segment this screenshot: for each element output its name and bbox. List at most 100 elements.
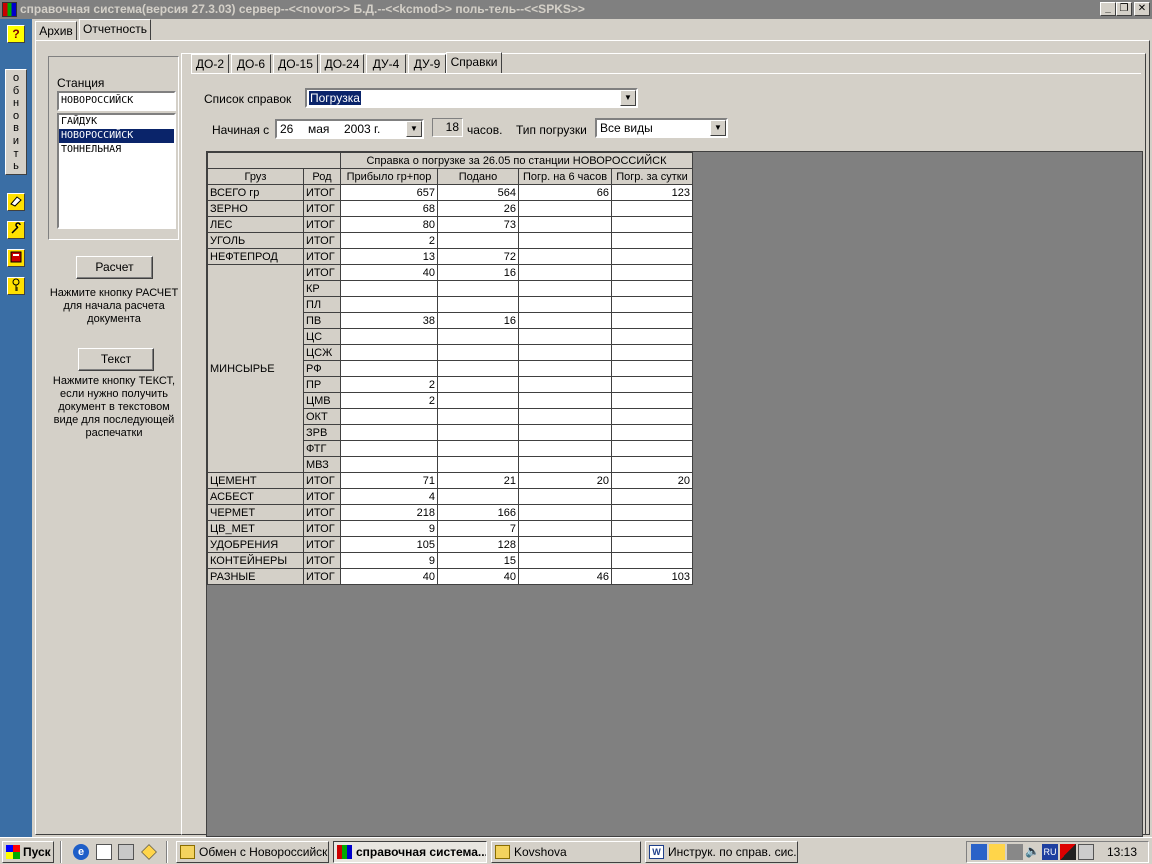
chevron-down-icon[interactable]: ▼ — [406, 121, 422, 137]
station-list-item[interactable]: ТОННЕЛЬНАЯ — [59, 143, 174, 157]
text-button[interactable]: Текст — [78, 348, 154, 371]
maximize-button[interactable]: ❐ — [1116, 2, 1132, 16]
load6-cell[interactable] — [518, 456, 612, 473]
load24-cell[interactable] — [611, 216, 693, 233]
arrived-cell[interactable] — [340, 280, 438, 297]
load24-cell[interactable] — [611, 328, 693, 345]
arrived-cell[interactable]: 2 — [340, 376, 438, 393]
kind-cell[interactable]: КР — [303, 280, 341, 297]
load6-cell[interactable] — [518, 344, 612, 361]
cargo-cell[interactable]: ВСЕГО гр — [207, 184, 304, 201]
tool-icon[interactable] — [7, 221, 25, 239]
load24-cell[interactable] — [611, 392, 693, 409]
cargo-cell[interactable]: НЕФТЕПРОД — [207, 248, 304, 265]
kind-cell[interactable]: ИТОГ — [303, 200, 341, 217]
column-header[interactable]: Груз — [207, 168, 304, 185]
kind-cell[interactable]: ИТОГ — [303, 248, 341, 265]
cargo-cell[interactable]: ЦВ_МЕТ — [207, 520, 304, 537]
load24-cell[interactable] — [611, 232, 693, 249]
close-button[interactable]: ✕ — [1134, 2, 1150, 16]
kind-cell[interactable]: ИТОГ — [303, 216, 341, 233]
load6-cell[interactable] — [518, 376, 612, 393]
calc-button[interactable]: Расчет — [76, 256, 153, 279]
arrived-cell[interactable] — [340, 344, 438, 361]
arrived-cell[interactable] — [340, 456, 438, 473]
load6-cell[interactable]: 46 — [518, 568, 612, 585]
supplied-cell[interactable] — [437, 328, 519, 345]
kind-cell[interactable]: ИТОГ — [303, 504, 341, 521]
load6-cell[interactable] — [518, 440, 612, 457]
kind-cell[interactable]: ИТОГ — [303, 520, 341, 537]
supplied-cell[interactable] — [437, 344, 519, 361]
language-indicator[interactable]: RU — [1042, 844, 1058, 860]
load24-cell[interactable] — [611, 520, 693, 537]
date-picker[interactable]: 26 мая 2003 г. ▼ — [275, 119, 424, 139]
kind-cell[interactable]: ИТОГ — [303, 264, 341, 281]
arrived-cell[interactable]: 105 — [340, 536, 438, 553]
taskbar-item[interactable]: W Инструк. по справ. сис... — [645, 841, 798, 863]
load6-cell[interactable] — [518, 360, 612, 377]
arrived-cell[interactable]: 9 — [340, 520, 438, 537]
station-list-item[interactable]: ГАЙДУК — [59, 115, 174, 129]
refresh-button[interactable]: обновить — [5, 69, 27, 175]
arrived-cell[interactable] — [340, 328, 438, 345]
arrived-cell[interactable]: 2 — [340, 392, 438, 409]
cargo-cell[interactable]: УДОБРЕНИЯ — [207, 536, 304, 553]
kind-cell[interactable]: ИТОГ — [303, 536, 341, 553]
cargo-cell[interactable]: ЗЕРНО — [207, 200, 304, 217]
load6-cell[interactable] — [518, 424, 612, 441]
kind-cell[interactable]: ИТОГ — [303, 184, 341, 201]
cargo-cell[interactable]: ЦЕМЕНТ — [207, 472, 304, 489]
minimize-button[interactable]: _ — [1100, 2, 1116, 16]
arrived-cell[interactable]: 68 — [340, 200, 438, 217]
kind-cell[interactable]: ИТОГ — [303, 232, 341, 249]
supplied-cell[interactable]: 7 — [437, 520, 519, 537]
cargo-cell[interactable]: ЧЕРМЕТ — [207, 504, 304, 521]
load24-cell[interactable] — [611, 408, 693, 425]
taskbar-item-active[interactable]: справочная система... — [333, 841, 487, 863]
chevron-down-icon[interactable]: ▼ — [710, 120, 726, 136]
arrived-cell[interactable]: 71 — [340, 472, 438, 489]
station-input[interactable]: НОВОРОССИЙСК — [57, 91, 176, 111]
load6-cell[interactable] — [518, 488, 612, 505]
tab-spravki[interactable]: Справки — [446, 52, 502, 74]
arrived-cell[interactable]: 80 — [340, 216, 438, 233]
load24-cell[interactable] — [611, 488, 693, 505]
arrived-cell[interactable]: 9 — [340, 552, 438, 569]
start-button[interactable]: Пуск — [2, 841, 54, 863]
supplied-cell[interactable]: 16 — [437, 264, 519, 281]
arrived-cell[interactable]: 38 — [340, 312, 438, 329]
supplied-cell[interactable] — [437, 296, 519, 313]
column-header[interactable]: Прибыло гр+пор — [340, 168, 438, 185]
station-list[interactable]: ГАЙДУК НОВОРОССИЙСК ТОННЕЛЬНАЯ — [57, 113, 176, 229]
arrived-cell[interactable]: 40 — [340, 568, 438, 585]
key-icon[interactable] — [7, 277, 25, 295]
arrived-cell[interactable] — [340, 424, 438, 441]
load24-cell[interactable] — [611, 360, 693, 377]
supplied-cell[interactable]: 166 — [437, 504, 519, 521]
load24-cell[interactable] — [611, 344, 693, 361]
help-button[interactable]: ? — [7, 25, 25, 43]
load6-cell[interactable] — [518, 264, 612, 281]
kind-cell[interactable]: ПВ — [303, 312, 341, 329]
supplied-cell[interactable]: 21 — [437, 472, 519, 489]
cargo-cell[interactable]: ЛЕС — [207, 216, 304, 233]
ie-icon[interactable]: e — [73, 844, 89, 860]
kind-cell[interactable]: ИТОГ — [303, 488, 341, 505]
load24-cell[interactable] — [611, 456, 693, 473]
tab-du9[interactable]: ДУ-9 — [408, 54, 446, 74]
kind-cell[interactable]: МВЗ — [303, 456, 341, 473]
supplied-cell[interactable]: 16 — [437, 312, 519, 329]
supplied-cell[interactable]: 40 — [437, 568, 519, 585]
load24-cell[interactable] — [611, 424, 693, 441]
cargo-cell[interactable]: РАЗНЫЕ — [207, 568, 304, 585]
chevron-down-icon[interactable]: ▼ — [620, 90, 636, 106]
supplied-cell[interactable] — [437, 376, 519, 393]
kind-cell[interactable]: ПЛ — [303, 296, 341, 313]
arrived-cell[interactable] — [340, 440, 438, 457]
load6-cell[interactable] — [518, 200, 612, 217]
kind-cell[interactable]: ФТГ — [303, 440, 341, 457]
cargo-cell[interactable]: МИНСЫРЬЕ — [207, 264, 304, 473]
supplied-cell[interactable]: 26 — [437, 200, 519, 217]
load24-cell[interactable] — [611, 552, 693, 569]
